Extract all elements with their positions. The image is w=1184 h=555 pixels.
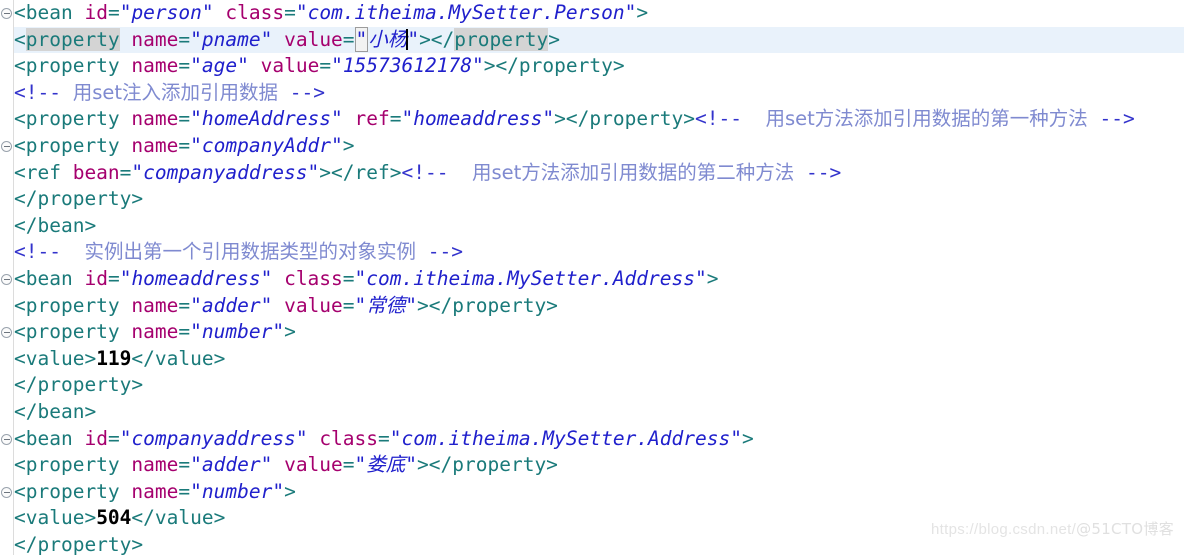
attr-bean: bean [72,160,120,184]
fold-marker-line-11[interactable] [1,274,12,285]
tag-bean-open: <bean [14,1,85,24]
attr-class: class [225,1,285,24]
value-prop-value-adder1: 常德 [366,293,406,317]
value-bean-class: "com.itheima.MySetter.Person" [295,1,637,24]
code-line-18[interactable]: <property name="adder" value="娄底"></prop… [0,452,1184,479]
code-line-14[interactable]: <value>119</value> [0,346,1184,373]
fold-marker-line-6[interactable] [1,141,12,152]
attr-id: id [84,1,108,24]
value-bean-class-address2: "com.itheima.MySetter.Address" [389,426,742,450]
code-line-3[interactable]: <property name="age" value="15573612178"… [0,53,1184,80]
code-line-9[interactable]: </bean> [0,213,1184,240]
code-line-4[interactable]: <!-- 用set注入添加引用数据 --> [0,80,1184,107]
code-line-17[interactable]: <bean id="companyaddress" class="com.ith… [0,426,1184,453]
comment-open-marker: <!-- [14,80,61,104]
code-line-13[interactable]: <property name="number"> [0,319,1184,346]
comment-close-marker: --> [278,80,325,104]
value-number-119: 119 [96,346,132,370]
value-number-504: 504 [96,506,132,530]
value-prop-name-companyaddr: "companyAddr" [190,133,343,157]
code-line-5[interactable]: <property name="homeAddress" ref="homead… [0,106,1184,133]
value-prop-name-homeaddress: "homeAddress" [190,107,343,131]
value-bean-class-address1: "com.itheima.MySetter.Address" [354,266,707,290]
fold-marker-line-17[interactable] [1,434,12,445]
comment-text-1: 用set注入添加引用数据 [72,80,279,104]
code-line-19[interactable]: <property name="number"> [0,479,1184,506]
watermark-url: https://blog.csdn.net/ [931,521,1077,538]
comment-text-3: 用set方法添加引用数据的第二种方法 [471,160,795,184]
attr-value: value [284,27,343,51]
quote-match-box: " [354,26,369,52]
value-prop-name: "pname" [190,27,273,51]
attr-ref: ref [354,107,390,131]
value-prop-name-age: "age" [190,54,249,78]
tag-property-open-matched: property [25,27,120,51]
value-prop-value-adder2: 娄底 [366,453,406,477]
fold-marker-line-1[interactable] [1,8,12,19]
value-bean-id: "person" [119,1,214,24]
code-line-6[interactable]: <property name="companyAddr"> [0,133,1184,160]
value-prop-value-age: "15573612178" [331,54,484,78]
code-line-8[interactable]: </property> [0,186,1184,213]
value-prop-name-number2: "number" [190,479,285,503]
fold-marker-line-13[interactable] [1,327,12,338]
watermark-handle: @51CTO博客 [1076,520,1174,538]
value-prop-value: 小杨 [368,27,408,51]
code-line-1[interactable]: <bean id="person" class="com.itheima.MyS… [0,0,1184,27]
code-line-7[interactable]: <ref bean="companyaddress"></ref><!-- 用s… [0,160,1184,187]
code-line-16[interactable]: </bean> [0,399,1184,426]
value-prop-ref: "homeaddress" [401,107,555,131]
value-prop-name-adder1: "adder" [190,293,273,317]
value-bean-id-homeaddress: "homeaddress" [119,266,273,290]
tag-property-close-matched: property [454,27,549,51]
code-line-2[interactable]: <property name="pname" value="小杨"></prop… [0,26,1184,54]
attr-name: name [131,27,179,51]
code-editor[interactable]: <bean id="person" class="com.itheima.MyS… [0,0,1184,555]
code-line-10[interactable]: <!-- 实例出第一个引用数据类型的对象实例 --> [0,239,1184,266]
code-line-11[interactable]: <bean id="homeaddress" class="com.itheim… [0,266,1184,293]
editor-gutter[interactable] [0,0,14,555]
value-prop-name-number1: "number" [190,320,285,344]
watermark: https://blog.csdn.net/@51CTO博客 [931,518,1174,539]
code-line-12[interactable]: <property name="adder" value="常德"></prop… [0,293,1184,320]
fold-marker-line-19[interactable] [1,487,12,498]
code-line-15[interactable]: </property> [0,372,1184,399]
value-ref-bean: "companyaddress" [131,160,320,184]
comment-text-2: 用set方法添加引用数据的第一种方法 [765,107,1088,131]
comment-text-4: 实例出第一个引用数据类型的对象实例 [84,240,416,264]
value-prop-name-adder2: "adder" [190,453,273,477]
value-bean-id-companyaddress: "companyaddress" [119,426,308,450]
code-content[interactable]: <bean id="person" class="com.itheima.MyS… [0,0,1184,555]
